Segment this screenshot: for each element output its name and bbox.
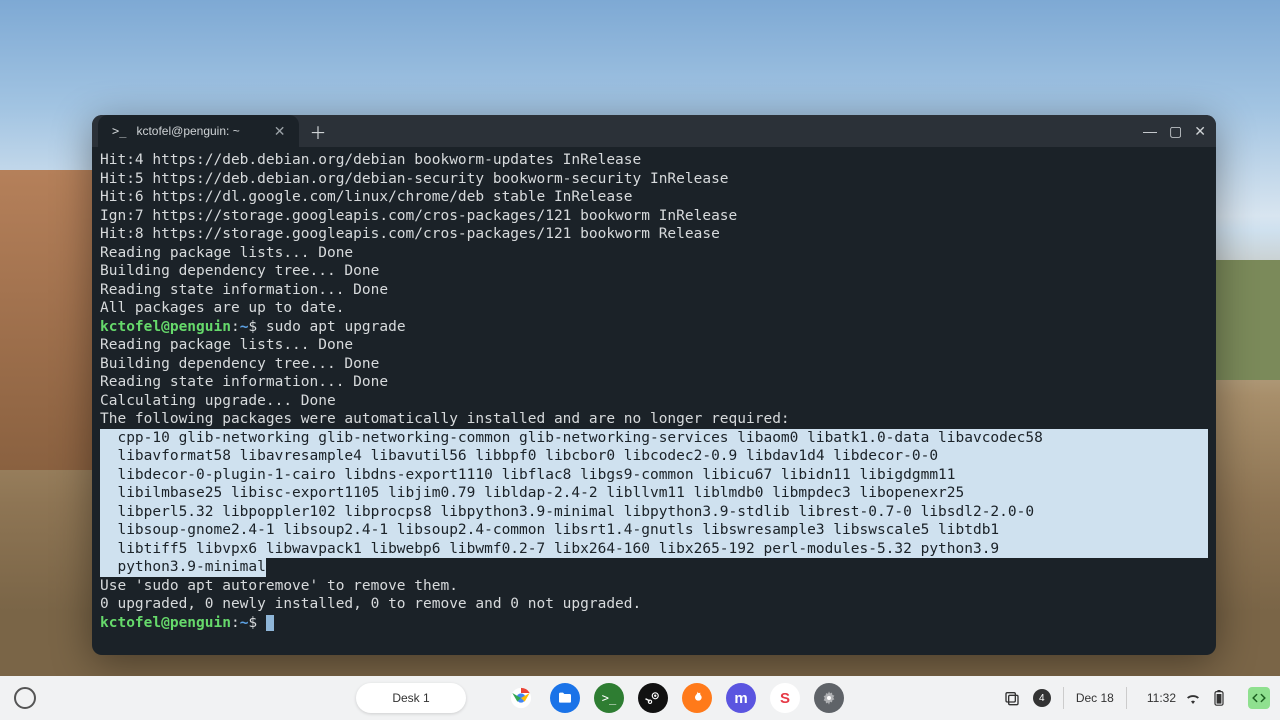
status-tray[interactable]: 4 Dec 18 11:32 [1003, 676, 1270, 720]
desk-switcher[interactable]: Desk 1 [356, 683, 466, 713]
selected-line: cpp-10 glib-networking glib-networking-c… [100, 429, 1208, 448]
close-window-button[interactable]: ✕ [1194, 123, 1206, 140]
terminal-line: Use 'sudo apt autoremove' to remove them… [100, 577, 1208, 596]
terminal-line: Calculating upgrade... Done [100, 392, 1208, 411]
selected-line: libdecor-0-plugin-1-cairo libdns-export1… [100, 466, 1208, 485]
terminal-line: Hit:6 https://dl.google.com/linux/chrome… [100, 188, 1208, 207]
launcher-button[interactable] [14, 687, 36, 709]
app-mastodon[interactable]: m [726, 683, 756, 713]
s-icon: S [780, 690, 790, 707]
quick-settings[interactable]: 11:32 [1139, 685, 1236, 711]
shelf: Desk 1 >_ m S [0, 676, 1280, 720]
dev-mode-icon[interactable] [1248, 687, 1270, 709]
app-terminal[interactable]: >_ [594, 683, 624, 713]
close-tab-button[interactable]: ✕ [274, 123, 286, 140]
tab-title: kctofel@penguin: ~ [136, 124, 239, 138]
shelf-apps: >_ m S [506, 683, 844, 713]
chrome-icon [510, 687, 532, 709]
terminal-line: Reading package lists... Done [100, 336, 1208, 355]
terminal-line: Building dependency tree... Done [100, 355, 1208, 374]
maximize-button[interactable]: ▢ [1169, 123, 1182, 140]
app-chrome[interactable] [506, 683, 536, 713]
files-icon [557, 690, 573, 706]
terminal-line: Building dependency tree... Done [100, 262, 1208, 281]
terminal-line: Hit:4 https://deb.debian.org/debian book… [100, 151, 1208, 170]
mastodon-icon: m [734, 690, 747, 707]
terminal-line: Ign:7 https://storage.googleapis.com/cro… [100, 207, 1208, 226]
prompt-line: kctofel@penguin:~$ sudo apt upgrade [100, 318, 1208, 337]
battery-icon [1210, 689, 1228, 707]
terminal-line: Reading package lists... Done [100, 244, 1208, 263]
selected-line: libilmbase25 libisc-export1105 libjim0.7… [100, 484, 1208, 503]
app-files[interactable] [550, 683, 580, 713]
new-tab-button[interactable]: ＋ [309, 119, 326, 144]
selected-line: libtiff5 libvpx6 libwavpack1 libwebp6 li… [100, 540, 1208, 559]
gear-icon [821, 690, 837, 706]
titlebar[interactable]: >_ kctofel@penguin: ~ ✕ ＋ — ▢ ✕ [92, 115, 1216, 147]
terminal-line: Hit:5 https://deb.debian.org/debian-secu… [100, 170, 1208, 189]
selected-line-partial: python3.9-minimal [100, 558, 1208, 577]
terminal-line: Hit:8 https://storage.googleapis.com/cro… [100, 225, 1208, 244]
app-steam[interactable] [638, 683, 668, 713]
terminal-line: Reading state information... Done [100, 373, 1208, 392]
terminal-line: The following packages were automaticall… [100, 410, 1208, 429]
terminal-app-icon: >_ [602, 691, 616, 705]
selection-cursor [266, 559, 274, 575]
minimize-button[interactable]: — [1143, 123, 1157, 140]
window-controls: — ▢ ✕ [1143, 123, 1216, 140]
notification-badge[interactable]: 4 [1033, 689, 1051, 707]
terminal-body[interactable]: Hit:4 https://deb.debian.org/debian book… [92, 147, 1216, 640]
terminal-icon: >_ [112, 124, 126, 138]
steam-icon [644, 689, 662, 707]
app-settings[interactable] [814, 683, 844, 713]
prompt-line-current[interactable]: kctofel@penguin:~$ [100, 614, 1208, 633]
desktop: >_ kctofel@penguin: ~ ✕ ＋ — ▢ ✕ Hit:4 ht… [0, 0, 1280, 720]
flame-icon [689, 690, 705, 706]
cursor [266, 615, 274, 631]
terminal-line: Reading state information... Done [100, 281, 1208, 300]
app-orange[interactable] [682, 683, 712, 713]
terminal-line: All packages are up to date. [100, 299, 1208, 318]
tray-time: 11:32 [1147, 691, 1176, 705]
selected-line: libsoup-gnome2.4-1 libsoup2.4-1 libsoup2… [100, 521, 1208, 540]
terminal-window: >_ kctofel@penguin: ~ ✕ ＋ — ▢ ✕ Hit:4 ht… [92, 115, 1216, 655]
desk-label: Desk 1 [392, 691, 429, 705]
selected-line: libperl5.32 libpoppler102 libprocps8 lib… [100, 503, 1208, 522]
overview-icon[interactable] [1003, 689, 1021, 707]
app-s[interactable]: S [770, 683, 800, 713]
selected-line: libavformat58 libavresample4 libavutil56… [100, 447, 1208, 466]
wifi-icon [1184, 689, 1202, 707]
terminal-line: 0 upgraded, 0 newly installed, 0 to remo… [100, 595, 1208, 614]
terminal-tab[interactable]: >_ kctofel@penguin: ~ ✕ [98, 115, 299, 147]
tray-date: Dec 18 [1076, 691, 1114, 705]
